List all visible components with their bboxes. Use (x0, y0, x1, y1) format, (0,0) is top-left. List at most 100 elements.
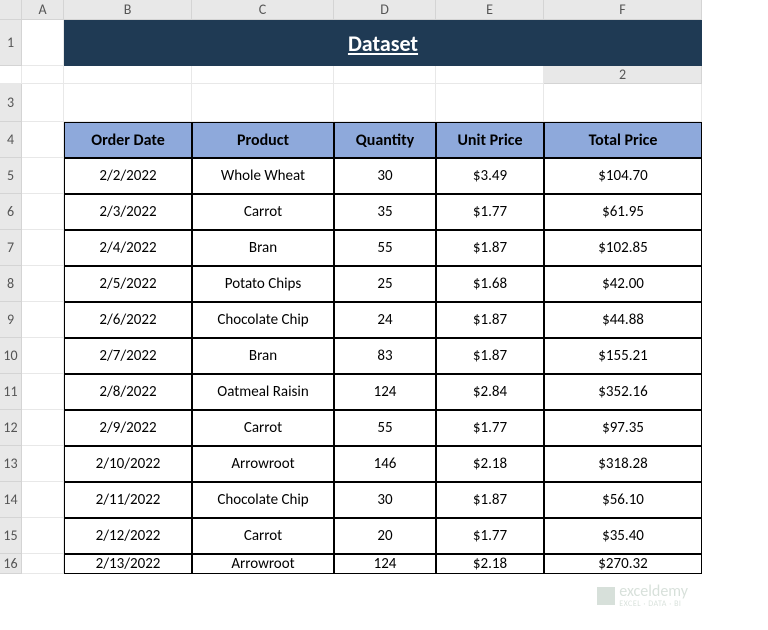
cell-product[interactable]: Carrot (192, 410, 334, 446)
cell-A13[interactable] (22, 446, 64, 482)
cell-F1[interactable] (436, 66, 544, 84)
cell-unit-price[interactable]: $1.87 (436, 230, 544, 266)
row-header-13[interactable]: 13 (0, 446, 22, 482)
select-all-corner[interactable] (0, 0, 22, 20)
cell-order-date[interactable]: 2/5/2022 (64, 266, 192, 302)
cell-total-price[interactable]: $44.88 (544, 302, 702, 338)
row-header-4[interactable]: 4 (0, 122, 22, 158)
cell-A1[interactable] (0, 66, 22, 84)
cell-product[interactable]: Chocolate Chip (192, 482, 334, 518)
cell-F3[interactable] (544, 84, 702, 122)
th-product[interactable]: Product (192, 122, 334, 158)
cell-total-price[interactable]: $104.70 (544, 158, 702, 194)
cell-order-date[interactable]: 2/11/2022 (64, 482, 192, 518)
cell-product[interactable]: Bran (192, 230, 334, 266)
cell-A9[interactable] (22, 302, 64, 338)
cell-order-date[interactable]: 2/12/2022 (64, 518, 192, 554)
cell-product[interactable]: Chocolate Chip (192, 302, 334, 338)
row-header-5[interactable]: 5 (0, 158, 22, 194)
cell-quantity[interactable]: 24 (334, 302, 436, 338)
col-header-D[interactable]: D (334, 0, 436, 20)
cell-D3[interactable] (334, 84, 436, 122)
cell-quantity[interactable]: 35 (334, 194, 436, 230)
row-header-14[interactable]: 14 (0, 482, 22, 518)
cell-unit-price[interactable]: $2.84 (436, 374, 544, 410)
cell-A7[interactable] (22, 230, 64, 266)
cell-order-date[interactable]: 2/7/2022 (64, 338, 192, 374)
cell-product[interactable]: Arrowroot (192, 446, 334, 482)
row-header-10[interactable]: 10 (0, 338, 22, 374)
cell-quantity[interactable]: 25 (334, 266, 436, 302)
cell-unit-price[interactable]: $2.18 (436, 446, 544, 482)
cell-product[interactable]: Carrot (192, 518, 334, 554)
cell-unit-price[interactable]: $1.87 (436, 338, 544, 374)
th-order-date[interactable]: Order Date (64, 122, 192, 158)
cell-product[interactable]: Potato Chips (192, 266, 334, 302)
cell-A14[interactable] (22, 482, 64, 518)
cell-total-price[interactable]: $56.10 (544, 482, 702, 518)
cell-total-price[interactable]: $155.21 (544, 338, 702, 374)
cell-A16[interactable] (22, 554, 64, 574)
cell-unit-price[interactable]: $1.77 (436, 518, 544, 554)
col-header-A[interactable]: A (22, 0, 64, 20)
cell-order-date[interactable]: 2/8/2022 (64, 374, 192, 410)
cell-A11[interactable] (22, 374, 64, 410)
th-unit-price[interactable]: Unit Price (436, 122, 544, 158)
row-header-6[interactable]: 6 (0, 194, 22, 230)
row-header-11[interactable]: 11 (0, 374, 22, 410)
cell-total-price[interactable]: $97.35 (544, 410, 702, 446)
cell-quantity[interactable]: 30 (334, 158, 436, 194)
cell-A15[interactable] (22, 518, 64, 554)
th-quantity[interactable]: Quantity (334, 122, 436, 158)
cell-unit-price[interactable]: $1.68 (436, 266, 544, 302)
cell-quantity[interactable]: 30 (334, 482, 436, 518)
cell-order-date[interactable]: 2/10/2022 (64, 446, 192, 482)
cell-total-price[interactable]: $42.00 (544, 266, 702, 302)
cell-quantity[interactable]: 124 (334, 554, 436, 574)
cell-unit-price[interactable]: $2.18 (436, 554, 544, 574)
row-header-9[interactable]: 9 (0, 302, 22, 338)
cell-total-price[interactable]: $318.28 (544, 446, 702, 482)
cell-quantity[interactable]: 146 (334, 446, 436, 482)
cell-order-date[interactable]: 2/6/2022 (64, 302, 192, 338)
row-header-2[interactable]: 2 (544, 66, 702, 84)
cell-total-price[interactable]: $61.95 (544, 194, 702, 230)
cell-unit-price[interactable]: $1.77 (436, 194, 544, 230)
cell-A12[interactable] (22, 410, 64, 446)
row-header-12[interactable]: 12 (0, 410, 22, 446)
cell-quantity[interactable]: 55 (334, 410, 436, 446)
cell-product[interactable]: Bran (192, 338, 334, 374)
cell-order-date[interactable]: 2/2/2022 (64, 158, 192, 194)
row-header-3[interactable]: 3 (0, 84, 22, 122)
cell-A5[interactable] (22, 158, 64, 194)
cell-product[interactable]: Arrowroot (192, 554, 334, 574)
col-header-E[interactable]: E (436, 0, 544, 20)
cell-B1[interactable] (22, 66, 64, 84)
cell-A3[interactable] (22, 84, 64, 122)
cell-total-price[interactable]: $352.16 (544, 374, 702, 410)
cell-product[interactable]: Oatmeal Raisin (192, 374, 334, 410)
cell-order-date[interactable]: 2/9/2022 (64, 410, 192, 446)
row-header-7[interactable]: 7 (0, 230, 22, 266)
cell-A2[interactable] (22, 20, 64, 66)
cell-E3[interactable] (436, 84, 544, 122)
col-header-C[interactable]: C (192, 0, 334, 20)
cell-quantity[interactable]: 55 (334, 230, 436, 266)
cell-quantity[interactable]: 124 (334, 374, 436, 410)
th-total-price[interactable]: Total Price (544, 122, 702, 158)
cell-quantity[interactable]: 83 (334, 338, 436, 374)
dataset-title[interactable]: Dataset (64, 20, 702, 66)
cell-B3[interactable] (64, 84, 192, 122)
cell-D1[interactable] (192, 66, 334, 84)
row-header-8[interactable]: 8 (0, 266, 22, 302)
cell-unit-price[interactable]: $1.87 (436, 482, 544, 518)
cell-product[interactable]: Whole Wheat (192, 158, 334, 194)
cell-A6[interactable] (22, 194, 64, 230)
cell-A4[interactable] (22, 122, 64, 158)
col-header-F[interactable]: F (544, 0, 702, 20)
cell-total-price[interactable]: $35.40 (544, 518, 702, 554)
cell-C1[interactable] (64, 66, 192, 84)
cell-total-price[interactable]: $102.85 (544, 230, 702, 266)
row-header-16[interactable]: 16 (0, 554, 22, 574)
cell-A8[interactable] (22, 266, 64, 302)
